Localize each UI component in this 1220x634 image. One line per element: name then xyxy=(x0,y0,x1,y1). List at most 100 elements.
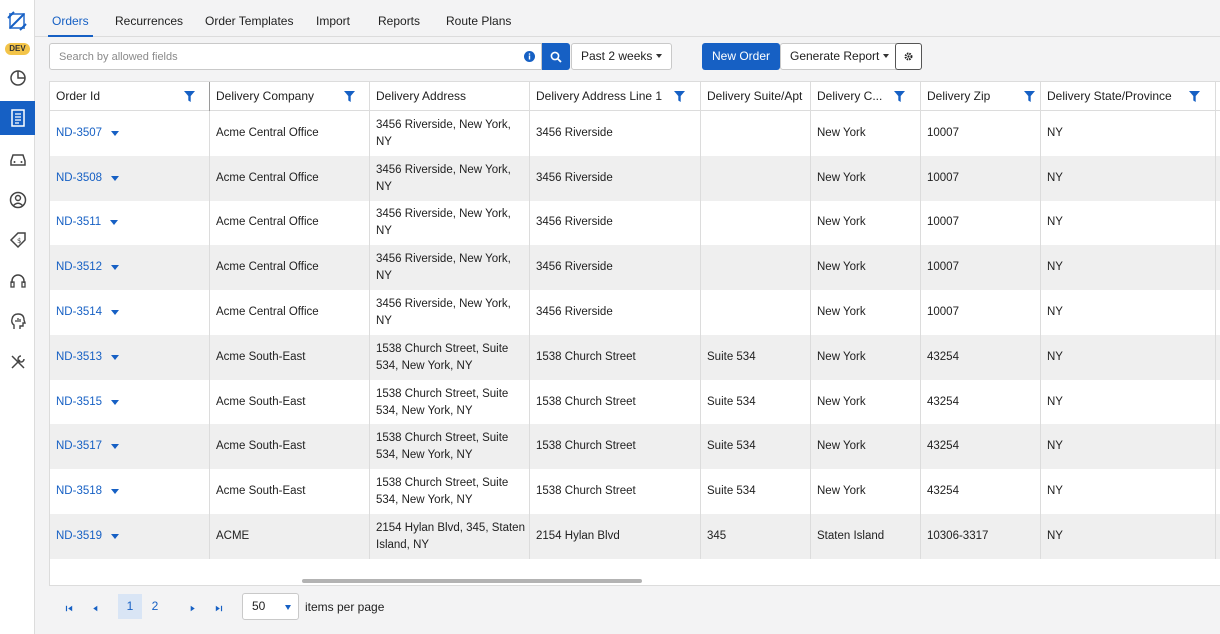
order-id-link[interactable]: ND-3511 xyxy=(56,214,101,231)
order-id-link[interactable]: ND-3518 xyxy=(56,483,102,500)
date-range-dropdown[interactable]: Past 2 weeks xyxy=(571,43,673,70)
chevron-down-icon[interactable] xyxy=(111,444,120,449)
cell-text: 10007 xyxy=(927,172,959,184)
column-header-delivery-state[interactable]: Delivery State/Province xyxy=(1041,82,1216,111)
cell-order-id[interactable]: ND-3518 xyxy=(50,469,210,514)
chevron-down-icon[interactable] xyxy=(111,310,120,315)
page-button[interactable]: 2 xyxy=(143,594,167,619)
cell-order-id[interactable]: ND-3517 xyxy=(50,424,210,469)
table-row[interactable]: ND-3515 Acme South-East 1538 Church Street… xyxy=(50,380,1220,425)
table-row[interactable]: ND-3518 Acme South-East 1538 Church Street… xyxy=(50,469,1220,514)
cell-delivery-address-line-1: 3456 Riverside xyxy=(530,290,701,335)
tab-import[interactable]: Import xyxy=(316,0,350,37)
column-header-delivery-address-line-1[interactable]: Delivery Address Line 1 xyxy=(530,82,701,111)
column-header-delivery-city[interactable]: Delivery C... xyxy=(811,82,921,111)
cell-order-id[interactable]: ND-3515 xyxy=(50,380,210,425)
cell-delivery-address: 3456 Riverside, New York, NY xyxy=(370,245,530,290)
cell-order-id[interactable]: ND-3507 xyxy=(50,111,210,156)
table-row[interactable]: ND-3507 Acme Central Office 3456 Riverside… xyxy=(50,111,1220,156)
table-row[interactable]: ND-3519 ACME 2154 Hylan Blvd, 345, Staten … xyxy=(50,514,1220,559)
chevron-down-icon[interactable] xyxy=(111,355,120,360)
cell-text: 1538 Church Street, Suite 534, New York,… xyxy=(376,476,509,506)
cell-text: NY xyxy=(1047,261,1063,273)
order-id-link[interactable]: ND-3519 xyxy=(56,528,102,545)
column-header-delivery-company[interactable]: Delivery Company xyxy=(210,82,370,111)
chevron-down-icon[interactable] xyxy=(110,220,119,225)
cell-text: New York xyxy=(817,396,866,408)
sidebar-item-pricing[interactable]: $ xyxy=(0,223,35,257)
last-page-icon[interactable] xyxy=(211,601,225,615)
order-id-link[interactable]: ND-3508 xyxy=(56,170,102,187)
tab-orders[interactable]: Orders xyxy=(48,0,93,37)
sidebar-item-analytics[interactable] xyxy=(0,304,35,338)
chevron-down-icon[interactable] xyxy=(111,176,120,181)
sidebar-item-dashboard[interactable] xyxy=(0,61,35,95)
filter-icon[interactable] xyxy=(184,91,195,102)
tab-order-templates[interactable]: Order Templates xyxy=(205,0,293,37)
page-size-select[interactable]: 50 xyxy=(242,593,299,620)
cell-delivery-city: New York xyxy=(811,200,921,245)
order-id-link[interactable]: ND-3507 xyxy=(56,125,102,142)
order-id-link[interactable]: ND-3515 xyxy=(56,394,102,411)
cell-order-id[interactable]: ND-3514 xyxy=(50,290,210,335)
tab-recurrences[interactable]: Recurrences xyxy=(115,0,183,37)
sidebar-item-users[interactable] xyxy=(0,183,35,217)
order-id-link[interactable]: ND-3513 xyxy=(56,349,102,366)
filter-icon[interactable] xyxy=(344,91,355,102)
sidebar-item-settings[interactable] xyxy=(0,345,35,379)
table-row[interactable]: ND-3508 Acme Central Office 3456 Riverside… xyxy=(50,156,1220,201)
new-order-button[interactable]: New Order xyxy=(702,43,781,70)
next-page-icon[interactable] xyxy=(185,601,199,615)
table-row[interactable]: ND-3513 Acme South-East 1538 Church Street… xyxy=(50,335,1220,380)
cell-text: NY xyxy=(1047,440,1063,452)
horizontal-scrollbar[interactable] xyxy=(302,579,642,583)
table-row[interactable]: ND-3514 Acme Central Office 3456 Riverside… xyxy=(50,290,1220,335)
chevron-down-icon[interactable] xyxy=(111,131,120,136)
search-input[interactable]: Search by allowed fields xyxy=(49,43,542,70)
order-id-link[interactable]: ND-3517 xyxy=(56,438,102,455)
cell-order-id[interactable]: ND-3519 xyxy=(50,514,210,559)
filter-icon[interactable] xyxy=(1024,91,1035,102)
cell-order-id[interactable]: ND-3511 xyxy=(50,200,210,245)
filter-icon[interactable] xyxy=(894,91,905,102)
sidebar-item-orders[interactable] xyxy=(0,101,35,135)
generate-report-dropdown[interactable]: Generate Report xyxy=(780,43,900,70)
page-size-value: 50 xyxy=(252,599,266,613)
column-header-delivery-address[interactable]: Delivery Address xyxy=(370,82,530,111)
page-button[interactable]: 1 xyxy=(118,594,142,619)
column-header-order-id[interactable]: Order Id xyxy=(50,82,210,111)
chevron-down-icon[interactable] xyxy=(111,489,120,494)
cell-order-id[interactable]: ND-3512 xyxy=(50,245,210,290)
column-header-delivery-zip[interactable]: Delivery Zip xyxy=(921,82,1041,111)
cell-order-id[interactable]: ND-3508 xyxy=(50,156,210,201)
table-row[interactable]: ND-3512 Acme Central Office 3456 Riverside… xyxy=(50,245,1220,290)
tab-reports[interactable]: Reports xyxy=(378,0,420,37)
chevron-down-icon[interactable] xyxy=(111,400,120,405)
order-id-link[interactable]: ND-3512 xyxy=(56,259,102,276)
chevron-down-icon[interactable] xyxy=(111,265,120,270)
order-id-link[interactable]: ND-3514 xyxy=(56,304,102,321)
tab-route-plans[interactable]: Route Plans xyxy=(446,0,511,37)
settings-button[interactable] xyxy=(895,43,922,70)
info-icon[interactable] xyxy=(524,51,535,62)
sidebar-item-support[interactable] xyxy=(0,264,35,298)
search-button[interactable] xyxy=(542,43,570,70)
cell-order-id[interactable]: ND-3513 xyxy=(50,335,210,380)
cell-text: 2154 Hylan Blvd xyxy=(536,530,620,542)
app-logo-icon[interactable] xyxy=(6,10,28,32)
filter-icon[interactable] xyxy=(1189,91,1200,102)
cell-text: 3456 Riverside xyxy=(536,172,613,184)
prev-page-icon[interactable] xyxy=(88,601,102,615)
cell-delivery-address-line-1: 1538 Church Street xyxy=(530,335,701,380)
table-row[interactable]: ND-3511 Acme Central Office 3456 Riverside… xyxy=(50,200,1220,245)
cell-delivery-city: New York xyxy=(811,469,921,514)
column-header-delivery-suite[interactable]: Delivery Suite/Apt xyxy=(701,82,811,111)
chevron-down-icon[interactable] xyxy=(111,534,120,539)
first-page-icon[interactable] xyxy=(62,601,76,615)
cell-delivery-zip: 10007 xyxy=(921,245,1041,290)
cell-text: New York xyxy=(817,127,866,139)
sidebar-item-vehicles[interactable] xyxy=(0,142,35,176)
table-row[interactable]: ND-3517 Acme South-East 1538 Church Street… xyxy=(50,424,1220,469)
filter-icon[interactable] xyxy=(674,91,685,102)
cell-delivery-suite: 345 xyxy=(701,514,811,559)
